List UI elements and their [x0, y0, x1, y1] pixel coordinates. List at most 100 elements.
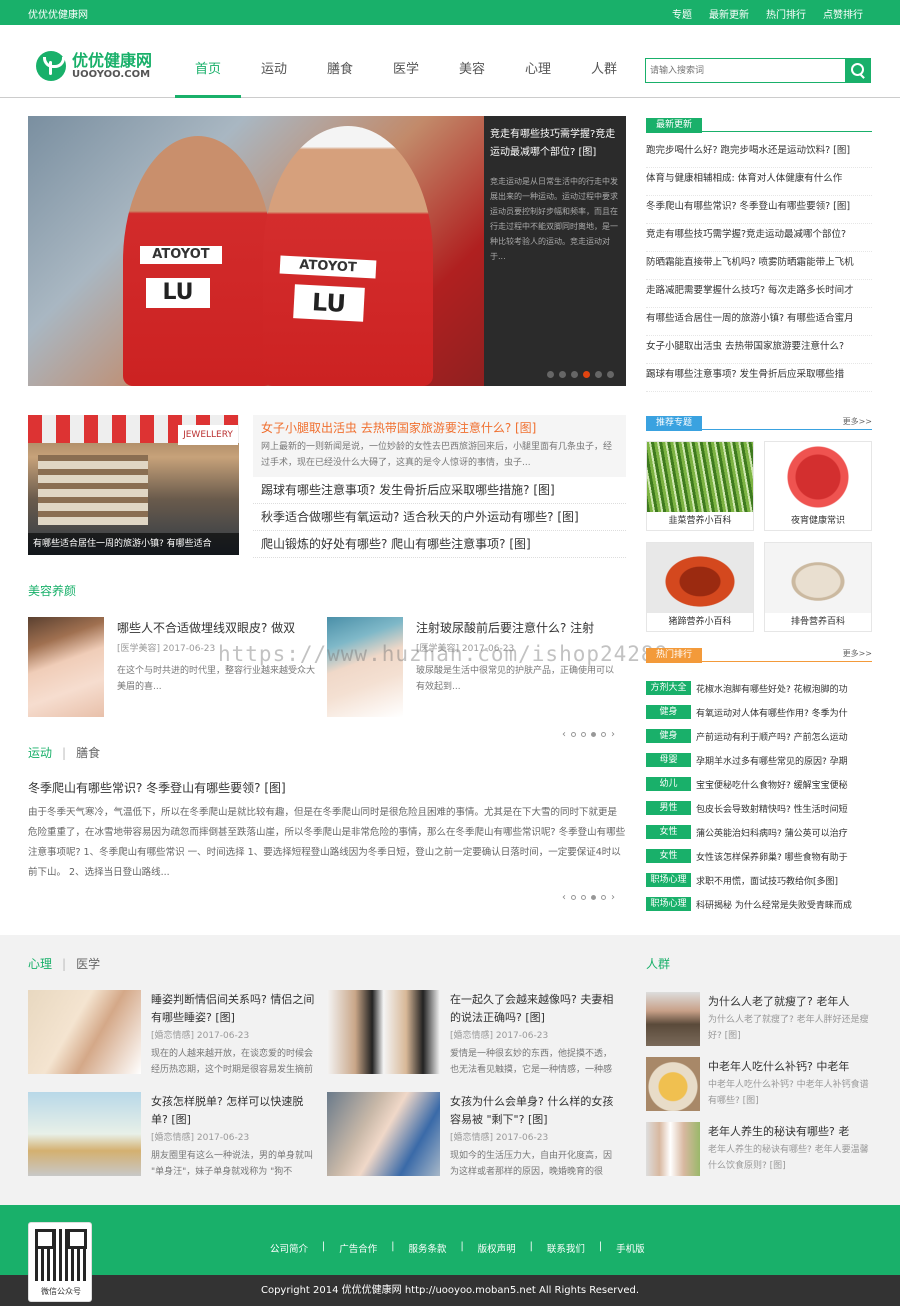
psych-thumb[interactable] [327, 990, 440, 1074]
rank-item[interactable]: 母婴 孕期羊水过多有哪些常见的原因? 孕期 [646, 748, 872, 772]
rank-text[interactable]: 科研揭秘 为什么经常是失败受青睐而成 [696, 898, 852, 911]
feature-row[interactable]: 踢球有哪些注意事项? 发生骨折后应采取哪些措施? [图] [253, 477, 626, 504]
nav-beauty[interactable]: 美容 [439, 50, 505, 98]
rank-text[interactable]: 求职不用慌，面试技巧教给你[多图] [696, 874, 838, 887]
search-input[interactable] [646, 59, 844, 82]
latest-item[interactable]: 踢球有哪些注意事项? 发生骨折后应采取哪些措 [646, 364, 872, 392]
feature-row[interactable]: 秋季适合做哪些有氧运动? 适合秋天的户外运动有哪些? [图] [253, 504, 626, 531]
people-item[interactable]: 老年人养生的秘诀有哪些? 老 老年人养生的秘诀有哪些? 老年人要温馨什么饮食原则… [646, 1122, 872, 1176]
footer-link-about[interactable]: 公司简介 [270, 1241, 308, 1255]
search-icon[interactable] [845, 59, 870, 82]
chevron-right-icon[interactable]: › [611, 892, 615, 903]
people-item[interactable]: 为什么人老了就瘦了? 老年人 为什么人老了就瘦了? 老年人胖好还是瘦好? [图] [646, 992, 872, 1046]
psych-title[interactable]: 女孩怎样脱单? 怎样可以快速脱单? [图] [151, 1093, 318, 1129]
slider-dot[interactable] [559, 371, 566, 378]
chevron-left-icon[interactable]: ‹ [562, 729, 566, 740]
rank-item[interactable]: 健身 产前运动有利于顺产吗? 产前怎么运动 [646, 724, 872, 748]
latest-item[interactable]: 冬季爬山有哪些常识? 冬季登山有哪些要领? [图] [646, 196, 872, 224]
rank-category[interactable]: 女性 [646, 825, 691, 839]
footer-link-contact[interactable]: 联系我们 [547, 1241, 585, 1255]
rank-item[interactable]: 职场心理 科研揭秘 为什么经常是失败受青睐而成 [646, 892, 872, 916]
beauty-item[interactable]: 注射玻尿酸前后要注意什么? 注射 [医学美容] 2017-06-23 玻尿酸是生… [327, 617, 626, 717]
people-thumb[interactable] [646, 1057, 700, 1111]
site-name[interactable]: 优优优健康网 [28, 6, 88, 21]
topic-card[interactable]: 韭菜营养小百科 [646, 441, 754, 531]
beauty-title[interactable]: 哪些人不合适做埋线双眼皮? 做双 [117, 619, 312, 637]
rank-category[interactable]: 女性 [646, 849, 691, 863]
people-item[interactable]: 中老年人吃什么补钙? 中老年 中老年人吃什么补钙? 中老年人补钙食谱有哪些? [… [646, 1057, 872, 1111]
nav-people[interactable]: 人群 [571, 50, 637, 98]
feature-image[interactable]: JEWELLERY 有哪些适合居住一周的旅游小镇? 有哪些适合 [28, 415, 239, 555]
beauty-item[interactable]: 哪些人不合适做埋线双眼皮? 做双 [医学美容] 2017-06-23 在这个与时… [28, 617, 327, 717]
rank-category[interactable]: 母婴 [646, 753, 691, 767]
psych-item[interactable]: 睡姿判断情侣间关系吗? 情侣之间有哪些睡姿? [图] [婚恋情感] 2017-0… [28, 990, 318, 1076]
rank-text[interactable]: 有氧运动对人体有哪些作用? 冬季为什 [696, 706, 848, 719]
rank-item[interactable]: 男性 包皮长会导致射精快吗? 性生活时间短 [646, 796, 872, 820]
rank-item[interactable]: 幼儿 宝宝便秘吃什么食物好? 缓解宝宝便秘 [646, 772, 872, 796]
pager-dot[interactable] [571, 895, 576, 900]
rank-category[interactable]: 健身 [646, 705, 691, 719]
topic-caption[interactable]: 夜宵健康常识 [765, 512, 871, 530]
topic-thumb[interactable] [647, 442, 753, 512]
psych-item[interactable]: 女孩为什么会单身? 什么样的女孩容易被 "剩下"? [图] [婚恋情感] 201… [327, 1092, 617, 1178]
latest-item[interactable]: 防晒霜能直接带上飞机吗? 喷雾防晒霜能带上飞机 [646, 252, 872, 280]
topic-card[interactable]: 夜宵健康常识 [764, 441, 872, 531]
pager-dot-active[interactable] [591, 895, 596, 900]
top-link-latest[interactable]: 最新更新 [709, 6, 749, 21]
people-title[interactable]: 为什么人老了就瘦了? 老年人 [708, 994, 872, 1010]
slider-dot[interactable] [607, 371, 614, 378]
nav-home[interactable]: 首页 [175, 50, 241, 98]
psych-thumb[interactable] [327, 1092, 440, 1176]
latest-item[interactable]: 有哪些适合居住一周的旅游小镇? 有哪些适合蜜月 [646, 308, 872, 336]
tab-psychology[interactable]: 心理 [28, 957, 52, 971]
latest-item[interactable]: 体育与健康相辅相成: 体育对人体健康有什么作 [646, 168, 872, 196]
chevron-left-icon[interactable]: ‹ [562, 892, 566, 903]
feature-row[interactable]: 爬山锻炼的好处有哪些? 爬山有哪些注意事项? [图] [253, 531, 626, 558]
psych-item[interactable]: 在一起久了会越来越像吗? 夫妻相的说法正确吗? [图] [婚恋情感] 2017-… [327, 990, 617, 1076]
rank-category[interactable]: 职场心理 [646, 873, 691, 887]
rank-text[interactable]: 包皮长会导致射精快吗? 性生活时间短 [696, 802, 848, 815]
rank-item[interactable]: 职场心理 求职不用慌，面试技巧教给你[多图] [646, 868, 872, 892]
feature-caption[interactable]: 有哪些适合居住一周的旅游小镇? 有哪些适合 [28, 533, 239, 555]
rank-text[interactable]: 女性该怎样保养卵巢? 哪些食物有助于 [696, 850, 848, 863]
pager-dot[interactable] [571, 732, 576, 737]
people-heading[interactable]: 人群 [646, 955, 670, 972]
rank-item[interactable]: 方剂大全 花椒水泡脚有哪些好处? 花椒泡脚的功 [646, 676, 872, 700]
nav-sport[interactable]: 运动 [241, 50, 307, 98]
psych-title[interactable]: 在一起久了会越来越像吗? 夫妻相的说法正确吗? [图] [450, 991, 617, 1027]
rank-item[interactable]: 健身 有氧运动对人体有哪些作用? 冬季为什 [646, 700, 872, 724]
nav-psychology[interactable]: 心理 [505, 50, 571, 98]
footer-link-copyright[interactable]: 版权声明 [478, 1241, 516, 1255]
rank-item[interactable]: 女性 女性该怎样保养卵巢? 哪些食物有助于 [646, 844, 872, 868]
topic-caption[interactable]: 猪蹄营养小百科 [647, 613, 753, 631]
topic-caption[interactable]: 排骨营养百科 [765, 613, 871, 631]
tab-sport[interactable]: 运动 [28, 746, 52, 760]
psych-thumb[interactable] [28, 1092, 141, 1176]
topic-card[interactable]: 猪蹄营养小百科 [646, 542, 754, 632]
rank-text[interactable]: 产前运动有利于顺产吗? 产前怎么运动 [696, 730, 848, 743]
topic-thumb[interactable] [647, 543, 753, 613]
latest-item[interactable]: 女子小腿取出活虫 去热带国家旅游要注意什么? [646, 336, 872, 364]
beauty-title[interactable]: 注射玻尿酸前后要注意什么? 注射 [416, 619, 611, 637]
pager-dot[interactable] [581, 895, 586, 900]
rank-category[interactable]: 方剂大全 [646, 681, 691, 695]
slider-dot[interactable] [547, 371, 554, 378]
latest-item[interactable]: 走路减肥需要掌握什么技巧? 每次走路多长时间才 [646, 280, 872, 308]
rank-text[interactable]: 孕期羊水过多有哪些常见的原因? 孕期 [696, 754, 848, 767]
nav-medicine[interactable]: 医学 [373, 50, 439, 98]
pager-dot[interactable] [581, 732, 586, 737]
beauty-thumb[interactable] [327, 617, 403, 717]
psych-item[interactable]: 女孩怎样脱单? 怎样可以快速脱单? [图] [婚恋情感] 2017-06-23 … [28, 1092, 318, 1178]
topic-thumb[interactable] [765, 543, 871, 613]
topic-thumb[interactable] [765, 442, 871, 512]
hero-slider[interactable]: ATOYOT LU ATOYOT LU 竞走有哪些技巧需学握?竞走运动最减哪个部… [28, 116, 626, 386]
top-link-liked[interactable]: 点赞排行 [823, 6, 863, 21]
rank-text[interactable]: 宝宝便秘吃什么食物好? 缓解宝宝便秘 [696, 778, 848, 791]
pager-dot[interactable] [601, 732, 606, 737]
rank-more-link[interactable]: 更多>> [843, 648, 872, 659]
rank-category[interactable]: 健身 [646, 729, 691, 743]
top-link-hot[interactable]: 热门排行 [766, 6, 806, 21]
slider-dot[interactable] [571, 371, 578, 378]
rank-category[interactable]: 职场心理 [646, 897, 691, 911]
topics-more-link[interactable]: 更多>> [843, 416, 872, 427]
